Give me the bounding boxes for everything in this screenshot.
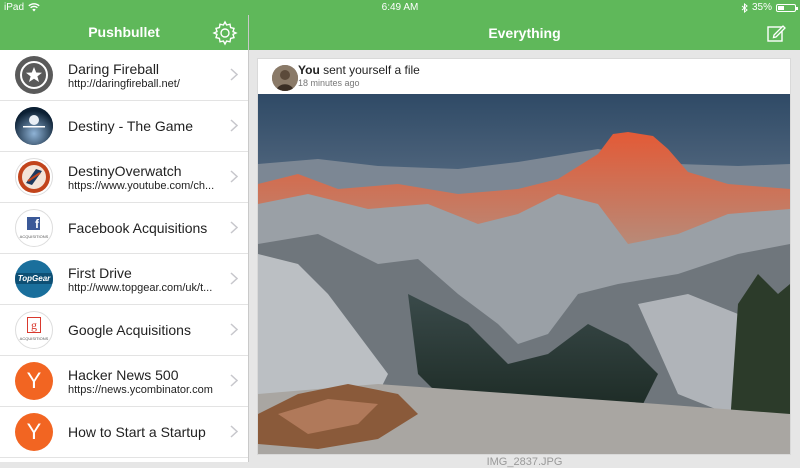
attached-photo[interactable] bbox=[258, 94, 790, 454]
acquisitions-label: ACQUISITIONS bbox=[19, 336, 49, 341]
list-item[interactable]: TopGear First Drive http://www.topgear.c… bbox=[0, 254, 248, 305]
list-item[interactable]: Y Hacker News 500 https://news.ycombinat… bbox=[0, 356, 248, 407]
push-sender: You bbox=[298, 63, 320, 77]
chevron-right-icon bbox=[230, 272, 238, 285]
chevron-right-icon bbox=[230, 170, 238, 183]
list-item-name: Google Acquisitions bbox=[68, 322, 191, 338]
y-icon: Y bbox=[26, 419, 42, 444]
list-item-name: How to Start a Startup bbox=[68, 424, 206, 440]
acquisitions-label: ACQUISITIONS bbox=[19, 234, 49, 239]
google-icon: g bbox=[27, 317, 41, 333]
topgear-icon: TopGear bbox=[15, 273, 53, 284]
bluetooth-icon bbox=[741, 2, 748, 13]
push-timestamp: 18 minutes ago bbox=[298, 78, 360, 88]
profile-photo-icon bbox=[272, 65, 298, 91]
channel-list: Daring Fireball http://daringfireball.ne… bbox=[0, 50, 248, 462]
list-item[interactable]: Daring Fireball http://daringfireball.ne… bbox=[0, 50, 248, 101]
push-title: You sent yourself a file bbox=[298, 63, 420, 77]
main-header: Everything bbox=[249, 15, 800, 50]
destiny-icon bbox=[15, 107, 53, 145]
main-title: Everything bbox=[488, 25, 561, 41]
chevron-right-icon bbox=[230, 323, 238, 336]
avatar: g ACQUISITIONS bbox=[15, 311, 53, 349]
status-bar: iPad 6:49 AM 35% bbox=[0, 0, 800, 15]
avatar bbox=[15, 56, 53, 94]
sidebar-title: Pushbullet bbox=[88, 24, 160, 40]
status-right: 35% bbox=[741, 2, 798, 13]
y-icon: Y bbox=[26, 368, 42, 393]
list-item-url: https://news.ycombinator.com bbox=[68, 384, 213, 396]
list-item-url: http://www.topgear.com/uk/t... bbox=[68, 282, 213, 294]
battery-icon bbox=[776, 3, 798, 12]
chevron-right-icon bbox=[230, 68, 238, 81]
file-caption: IMG_2837.JPG bbox=[486, 456, 563, 468]
star-icon bbox=[20, 61, 48, 89]
battery-percent: 35% bbox=[751, 2, 772, 13]
mountain-photo bbox=[258, 94, 790, 454]
chevron-right-icon bbox=[230, 221, 238, 234]
list-item-name: First Drive bbox=[68, 265, 132, 281]
list-item-name: Hacker News 500 bbox=[68, 367, 179, 383]
list-item-name: DestinyOverwatch bbox=[68, 163, 182, 179]
avatar bbox=[272, 65, 298, 91]
list-item[interactable]: g ACQUISITIONS Google Acquisitions bbox=[0, 305, 248, 356]
list-item-name: Daring Fireball bbox=[68, 61, 160, 77]
list-item[interactable]: Destiny - The Game bbox=[0, 101, 248, 152]
list-item[interactable]: Y How to Start a Startup bbox=[0, 407, 248, 458]
avatar: Y bbox=[15, 362, 53, 400]
feed: You sent yourself a file 18 minutes ago bbox=[249, 50, 800, 462]
list-item-url: https://www.youtube.com/ch... bbox=[68, 180, 215, 192]
overwatch-icon bbox=[18, 161, 50, 193]
status-time: 6:49 AM bbox=[381, 2, 419, 13]
avatar: f ACQUISITIONS bbox=[15, 209, 53, 247]
avatar bbox=[15, 158, 53, 196]
chevron-right-icon bbox=[230, 119, 238, 132]
list-item[interactable]: DestinyOverwatch https://www.youtube.com… bbox=[0, 152, 248, 203]
gear-icon[interactable] bbox=[212, 20, 238, 46]
sidebar-header: Pushbullet bbox=[0, 15, 248, 50]
push-card[interactable]: You sent yourself a file 18 minutes ago bbox=[257, 58, 791, 455]
chevron-right-icon bbox=[230, 374, 238, 387]
compose-icon[interactable] bbox=[766, 23, 786, 43]
chevron-right-icon bbox=[230, 425, 238, 438]
push-action: sent yourself a file bbox=[319, 63, 420, 77]
list-item[interactable]: f ACQUISITIONS Facebook Acquisitions bbox=[0, 203, 248, 254]
avatar: Y bbox=[15, 413, 53, 451]
facebook-icon: f bbox=[27, 217, 40, 231]
list-item-name: Facebook Acquisitions bbox=[68, 220, 208, 236]
avatar bbox=[15, 107, 53, 145]
list-item-url: http://daringfireball.net/ bbox=[68, 78, 180, 90]
list-item-name: Destiny - The Game bbox=[68, 118, 194, 134]
avatar: TopGear bbox=[15, 260, 53, 298]
